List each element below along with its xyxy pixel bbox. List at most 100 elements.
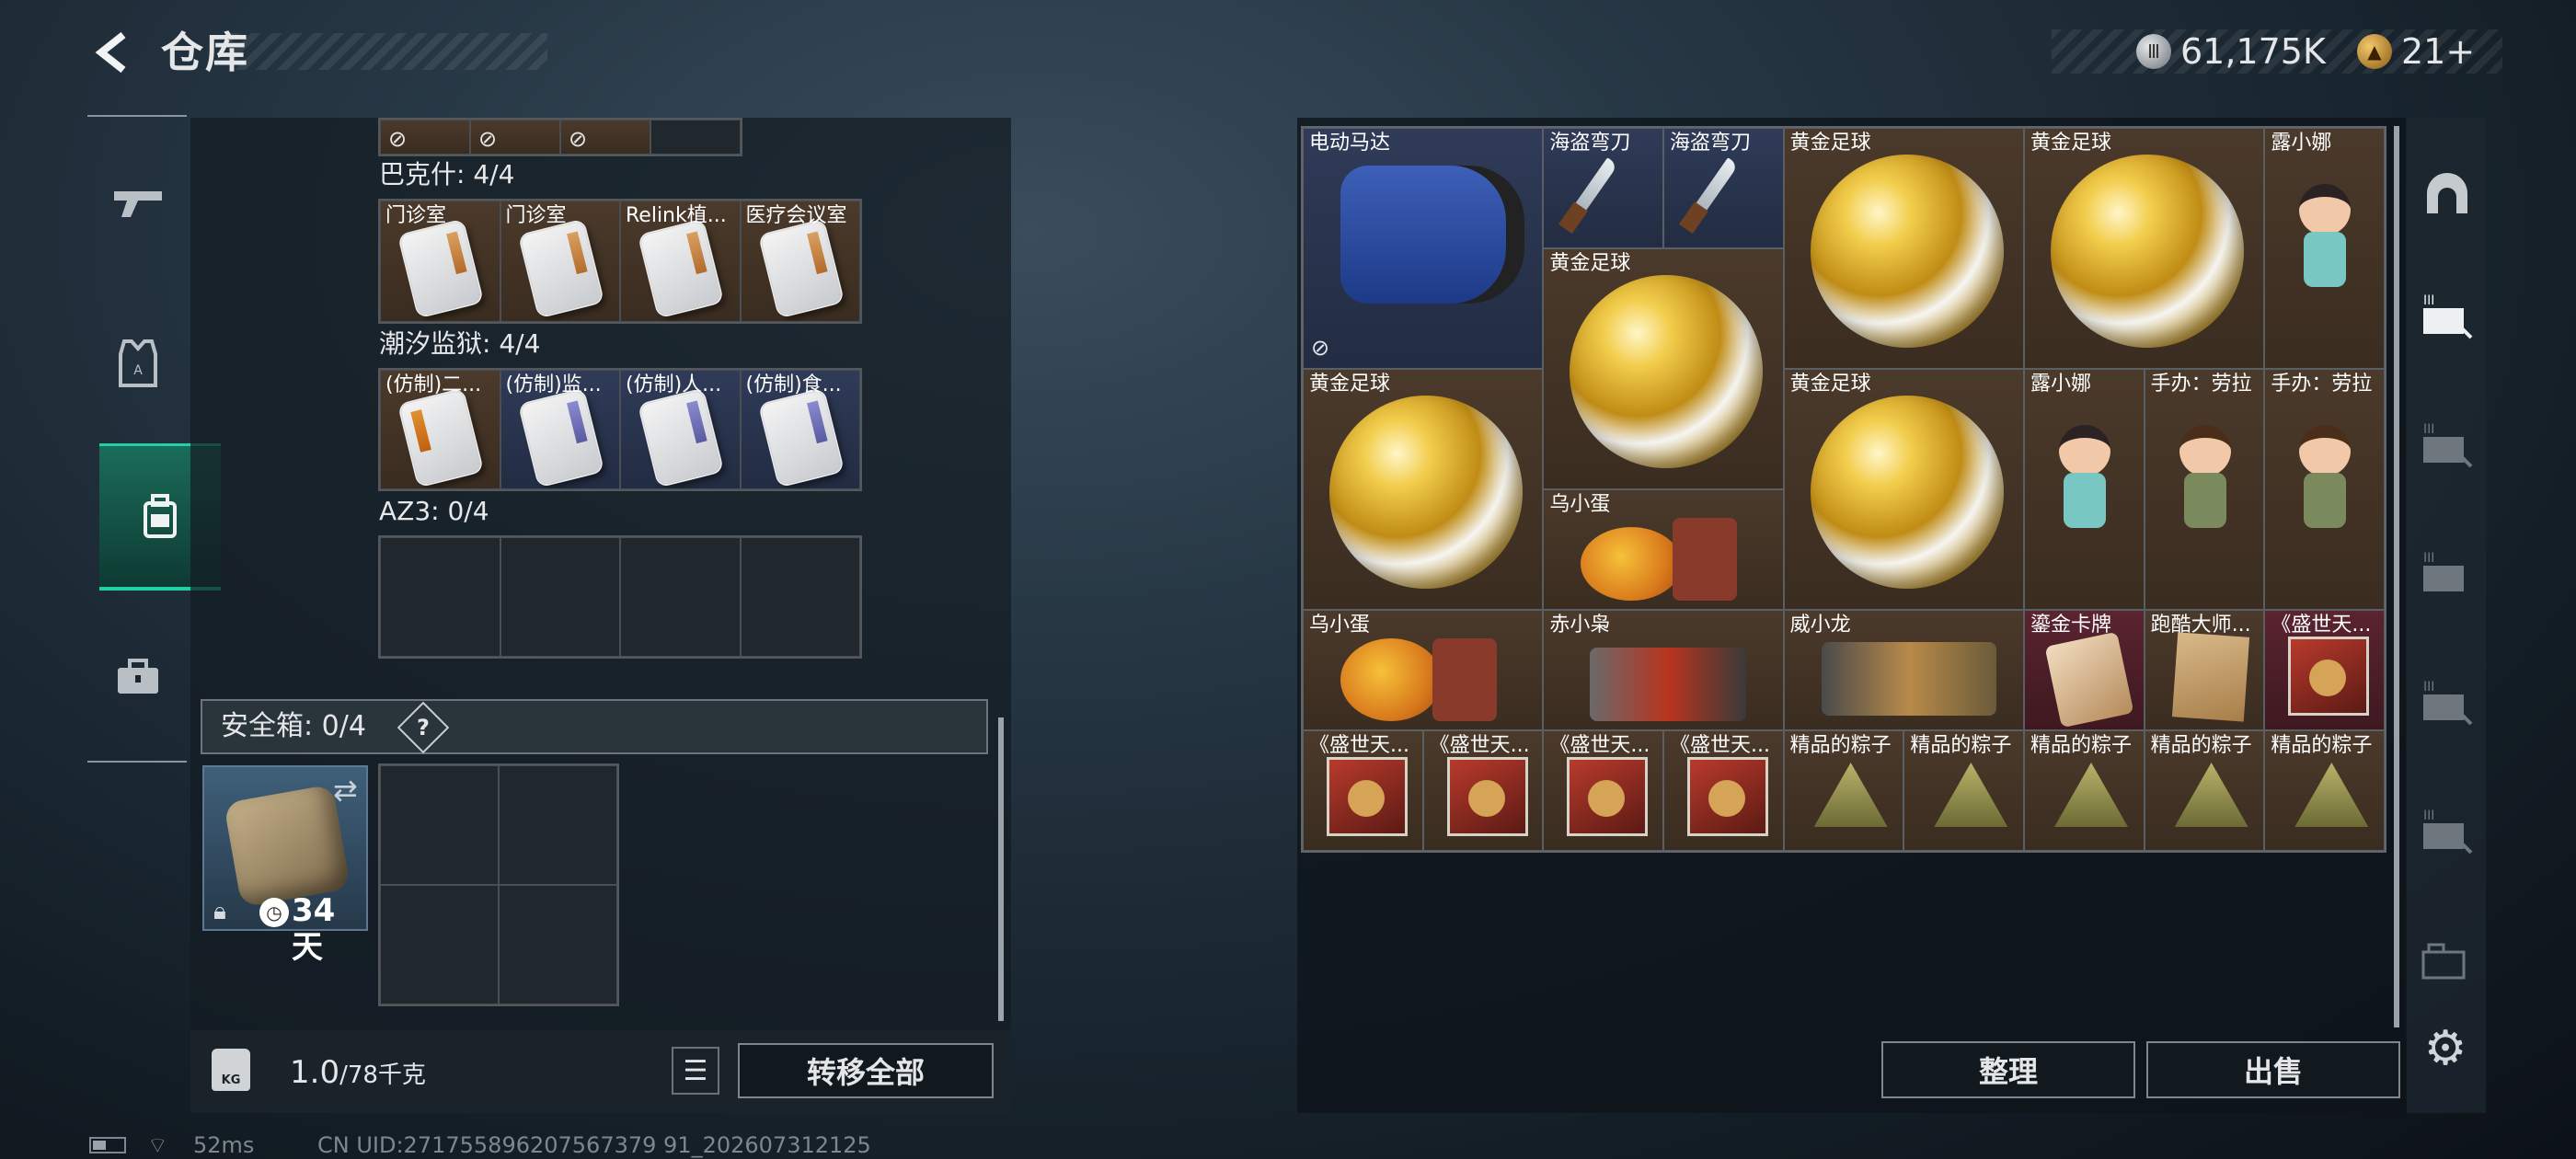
keycard-slot[interactable]: Relink植...: [620, 201, 741, 322]
tab-stash-5[interactable]: III: [2412, 796, 2482, 869]
stash-item[interactable]: 电动马达 ⊘: [1303, 128, 1544, 369]
stash-item[interactable]: 黄金足球: [2024, 128, 2265, 369]
item-slot[interactable]: ⊘: [470, 120, 560, 155]
item-slot[interactable]: ⊘: [560, 120, 650, 155]
keycard-slot[interactable]: (仿制)食...: [740, 370, 860, 489]
stash-item[interactable]: 黄金足球: [1543, 248, 1784, 489]
tab-stash-6[interactable]: [2412, 924, 2482, 998]
figurine-icon: [2043, 425, 2126, 563]
stash-item[interactable]: 精品的粽子: [2024, 730, 2145, 851]
egg-figurine-icon: [1340, 638, 1442, 721]
stash-item[interactable]: 乌小蛋: [1303, 610, 1544, 730]
stash-item[interactable]: 精品的粽子: [1903, 730, 2024, 851]
tab-stash-1[interactable]: III: [2412, 281, 2482, 354]
sort-button[interactable]: 整理: [1881, 1041, 2135, 1098]
stash-item[interactable]: 鎏金卡牌: [2024, 610, 2145, 730]
keycard-slot[interactable]: (仿制)二...: [380, 370, 500, 489]
stash-item[interactable]: 《盛世天...: [1422, 730, 1544, 851]
tab-stash-2[interactable]: III: [2412, 409, 2482, 483]
stash-item[interactable]: 《盛世天...: [1303, 730, 1423, 851]
zongzi-icon: [2174, 763, 2248, 827]
empty-slot[interactable]: [499, 765, 617, 885]
tab-stash-3[interactable]: III: [2412, 538, 2482, 612]
safe-box-item[interactable]: ⇄ 🔒︎ ◷ 34天: [202, 765, 368, 966]
stash-item[interactable]: 黄金足球: [1783, 369, 2024, 610]
transfer-all-button[interactable]: 转移全部: [738, 1043, 994, 1098]
golden-football-icon: [1810, 396, 2004, 589]
nav-toolbox[interactable]: [77, 602, 199, 750]
currency-gold-amount[interactable]: 21+: [2401, 28, 2475, 75]
back-button[interactable]: [87, 26, 143, 79]
book-icon: [1446, 757, 1528, 836]
stash-item[interactable]: 赤小枭: [1543, 610, 1784, 730]
stash-item[interactable]: 精品的粽子: [2144, 730, 2265, 851]
svg-text:III: III: [2423, 551, 2434, 566]
empty-slot[interactable]: [650, 120, 741, 155]
gilded-card-icon: [2044, 631, 2134, 729]
section-label-az3: AZ3: 0/4: [379, 496, 489, 526]
stash-item[interactable]: 跑酷大师...: [2144, 610, 2265, 730]
currency-silver-amount[interactable]: 61,175K: [2180, 28, 2326, 75]
stash-item[interactable]: 精品的粽子: [1783, 730, 1904, 851]
tab-stash-4[interactable]: III: [2412, 667, 2482, 740]
page-title: 仓库: [161, 28, 249, 77]
tab-all[interactable]: [2412, 156, 2482, 230]
stash-item[interactable]: 《盛世天...: [2264, 610, 2385, 730]
stash-box-icon: III: [2423, 680, 2473, 726]
keycard-row-az3: [378, 535, 862, 659]
stash-box-icon: III: [2423, 809, 2473, 855]
item-slot[interactable]: ⊘: [380, 120, 470, 155]
safe-box-icon: [223, 784, 351, 908]
empty-slot[interactable]: [380, 885, 499, 1004]
empty-slot[interactable]: [380, 537, 500, 657]
book-icon: [1687, 757, 1768, 836]
section-label-tidal-prison: 潮汐监狱: 4/4: [379, 328, 541, 359]
stash-item[interactable]: 精品的粽子: [2264, 730, 2385, 851]
empty-slot[interactable]: [740, 537, 860, 657]
nav-divider: [87, 115, 187, 117]
backpack-scrollbar[interactable]: [998, 717, 1004, 1021]
list-view-button[interactable]: ☰: [672, 1047, 719, 1095]
empty-slot[interactable]: [499, 885, 617, 1004]
svg-text:A: A: [133, 363, 143, 378]
stash-item[interactable]: 《盛世天...: [1543, 730, 1663, 851]
silver-coin-icon: Ⅲ: [2136, 34, 2171, 69]
figurine-icon: [1821, 642, 1996, 716]
stash-item[interactable]: 露小娜: [2024, 369, 2145, 610]
keycard-row-tidal-prison: (仿制)二... (仿制)监... (仿制)人... (仿制)食...: [378, 368, 862, 491]
keycard-icon: [759, 389, 843, 487]
stash-item[interactable]: 《盛世天...: [1663, 730, 1784, 851]
keycard-slot[interactable]: 医疗会议室: [740, 201, 860, 322]
empty-slot[interactable]: [500, 537, 620, 657]
figurine-icon: [2164, 425, 2247, 563]
gear-icon[interactable]: ⚙: [2418, 1021, 2473, 1076]
nav-weapons[interactable]: [77, 129, 199, 276]
backpack-icon: [144, 493, 177, 538]
stash-box-icon: [2421, 943, 2466, 980]
stash-item[interactable]: 黄金足球: [1303, 369, 1544, 610]
zongzi-icon: [1813, 763, 1888, 827]
stash-item[interactable]: 海盗弯刀: [1543, 128, 1663, 248]
stash-grid: 电动马达 ⊘ 海盗弯刀 海盗弯刀 黄金足球 黄金足球 露小娜 黄金足球 黄金足球…: [1301, 126, 2386, 853]
stash-item[interactable]: 威小龙: [1783, 610, 2024, 730]
zongzi-icon: [2054, 763, 2128, 827]
stash-item[interactable]: 手办：劳拉: [2264, 369, 2385, 610]
golden-football-icon: [1329, 396, 1523, 589]
keycard-slot[interactable]: 门诊室: [380, 201, 500, 322]
empty-slot[interactable]: [380, 765, 499, 885]
stash-item[interactable]: 露小娜: [2264, 128, 2385, 369]
empty-slot[interactable]: [620, 537, 741, 657]
stash-scrollbar[interactable]: [2394, 126, 2399, 1027]
keycard-icon: [399, 220, 482, 317]
stash-item[interactable]: 乌小蛋: [1543, 489, 1784, 610]
armor-vest-icon: A: [119, 339, 157, 387]
stash-item[interactable]: 手办：劳拉: [2144, 369, 2265, 610]
keycard-slot[interactable]: (仿制)人...: [620, 370, 741, 489]
swap-icon[interactable]: ⇄: [333, 773, 358, 808]
keycard-slot[interactable]: 门诊室: [500, 201, 620, 322]
sell-button[interactable]: 出售: [2146, 1041, 2400, 1098]
stash-item[interactable]: 海盗弯刀: [1663, 128, 1784, 248]
nav-armor[interactable]: A: [77, 290, 199, 437]
stash-item[interactable]: 黄金足球: [1783, 128, 2024, 369]
keycard-slot[interactable]: (仿制)监...: [500, 370, 620, 489]
